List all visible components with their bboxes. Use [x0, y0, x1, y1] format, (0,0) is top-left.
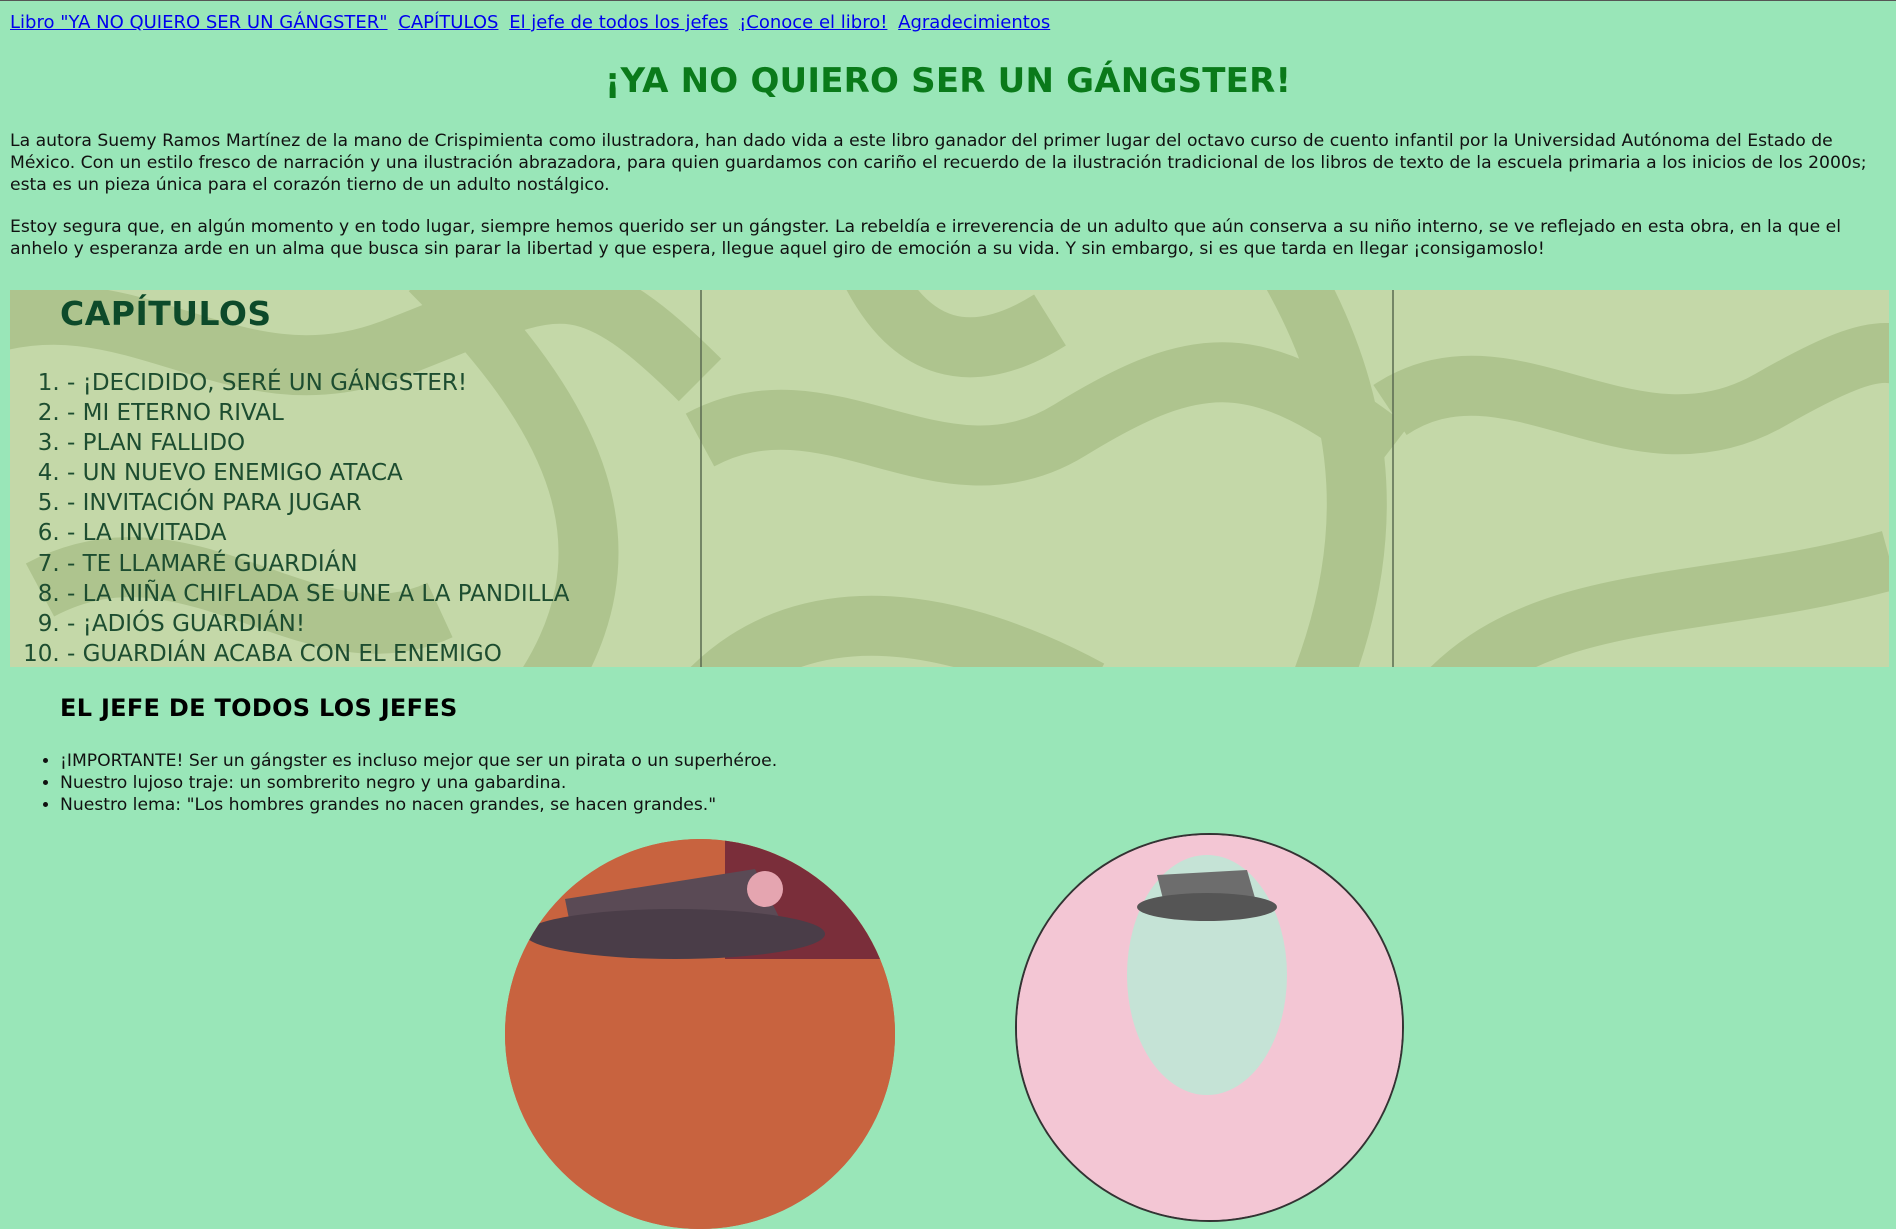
chapter-item: - MI ETERNO RIVAL: [67, 398, 570, 428]
intro-paragraph-2: Estoy segura que, en algún momento y en …: [10, 217, 1842, 259]
chapter-item: - GUARDIÁN ACABA CON EL ENEMIGO: [67, 639, 570, 667]
chapter-item: - TE LLAMARÉ GUARDIÁN: [67, 549, 570, 579]
chapter-item: - ¡DECIDIDO, SERÉ UN GÁNGSTER!: [67, 368, 570, 398]
chapters-list: - ¡DECIDIDO, SERÉ UN GÁNGSTER! - MI ETER…: [10, 368, 570, 667]
chapters-title: CAPÍTULOS: [60, 294, 272, 333]
top-nav: Libro "YA NO QUIERO SER UN GÁNGSTER" CAP…: [10, 12, 1055, 33]
nav-link-jefe[interactable]: El jefe de todos los jefes: [509, 12, 728, 33]
chapter-item: - INVITACIÓN PARA JUGAR: [67, 488, 570, 518]
gangster-illustration-image: [505, 839, 895, 1229]
chapter-item: - PLAN FALLIDO: [67, 428, 570, 458]
chapter-item: - LA NIÑA CHIFLADA SE UNE A LA PANDILLA: [67, 579, 570, 609]
svg-text:e: e: [1025, 878, 1038, 903]
intro-paragraph-1: La autora Suemy Ramos Martínez de la man…: [10, 131, 1867, 195]
jefe-section-title: EL JEFE DE TODOS LOS JEFES: [60, 694, 458, 722]
chapter-item: - ¡ADIÓS GUARDIÁN!: [67, 609, 570, 639]
nav-link-conoce[interactable]: ¡Conoce el libro!: [739, 12, 887, 33]
page-title: ¡YA NO QUIERO SER UN GÁNGSTER!: [604, 61, 1292, 101]
nav-link-libro[interactable]: Libro "YA NO QUIERO SER UN GÁNGSTER": [10, 12, 388, 33]
gangster-sketch-image: e: [1015, 833, 1404, 1222]
chapter-item: - UN NUEVO ENEMIGO ATACA: [67, 458, 570, 488]
chapter-item: - LA INVITADA: [67, 518, 570, 548]
list-item: ¡IMPORTANTE! Ser un gángster es incluso …: [60, 750, 777, 772]
nav-link-agradecimientos[interactable]: Agradecimientos: [898, 12, 1050, 33]
chapters-section: CAPÍTULOS - ¡DECIDIDO, SERÉ UN GÁNGSTER!…: [10, 290, 1889, 667]
jefe-list: ¡IMPORTANTE! Ser un gángster es incluso …: [0, 750, 777, 816]
list-item: Nuestro lema: "Los hombres grandes no na…: [60, 794, 777, 816]
nav-link-capitulos[interactable]: CAPÍTULOS: [398, 12, 498, 33]
list-item: Nuestro lujoso traje: un sombrerito negr…: [60, 772, 777, 794]
